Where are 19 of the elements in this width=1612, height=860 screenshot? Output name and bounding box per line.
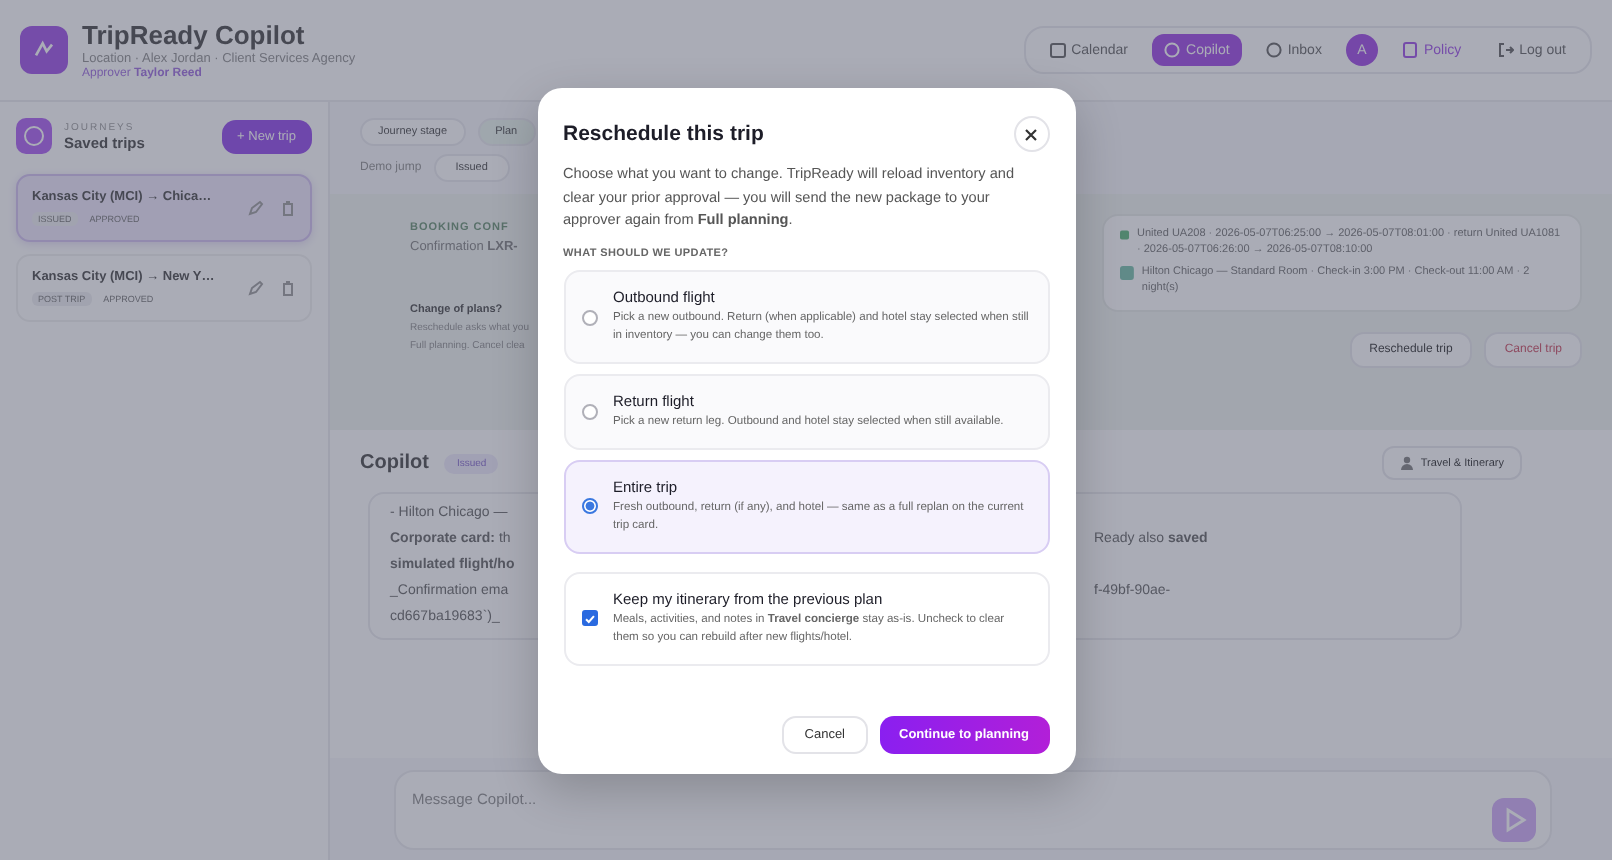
checkbox[interactable]	[581, 610, 597, 627]
app-logo-icon	[20, 26, 68, 74]
edit-icon[interactable]	[248, 280, 264, 296]
close-icon	[1024, 127, 1038, 141]
send-icon[interactable]	[1492, 798, 1536, 842]
document-icon	[1401, 42, 1418, 58]
dialog-title: Reschedule this trip	[563, 122, 764, 146]
app-title: TripReady Copilot	[82, 20, 307, 50]
radio-button[interactable]	[581, 309, 597, 325]
radio-button[interactable]	[581, 498, 597, 515]
logout-icon	[1497, 42, 1514, 58]
radio-button[interactable]	[581, 403, 597, 420]
trash-icon[interactable]	[280, 280, 296, 296]
trash-icon[interactable]	[280, 200, 296, 216]
edit-icon[interactable]	[248, 200, 264, 216]
close-button[interactable]	[1013, 116, 1049, 152]
copilot-title: Copilot	[360, 452, 429, 474]
calendar-icon	[1049, 42, 1066, 58]
person-icon	[1400, 456, 1415, 470]
